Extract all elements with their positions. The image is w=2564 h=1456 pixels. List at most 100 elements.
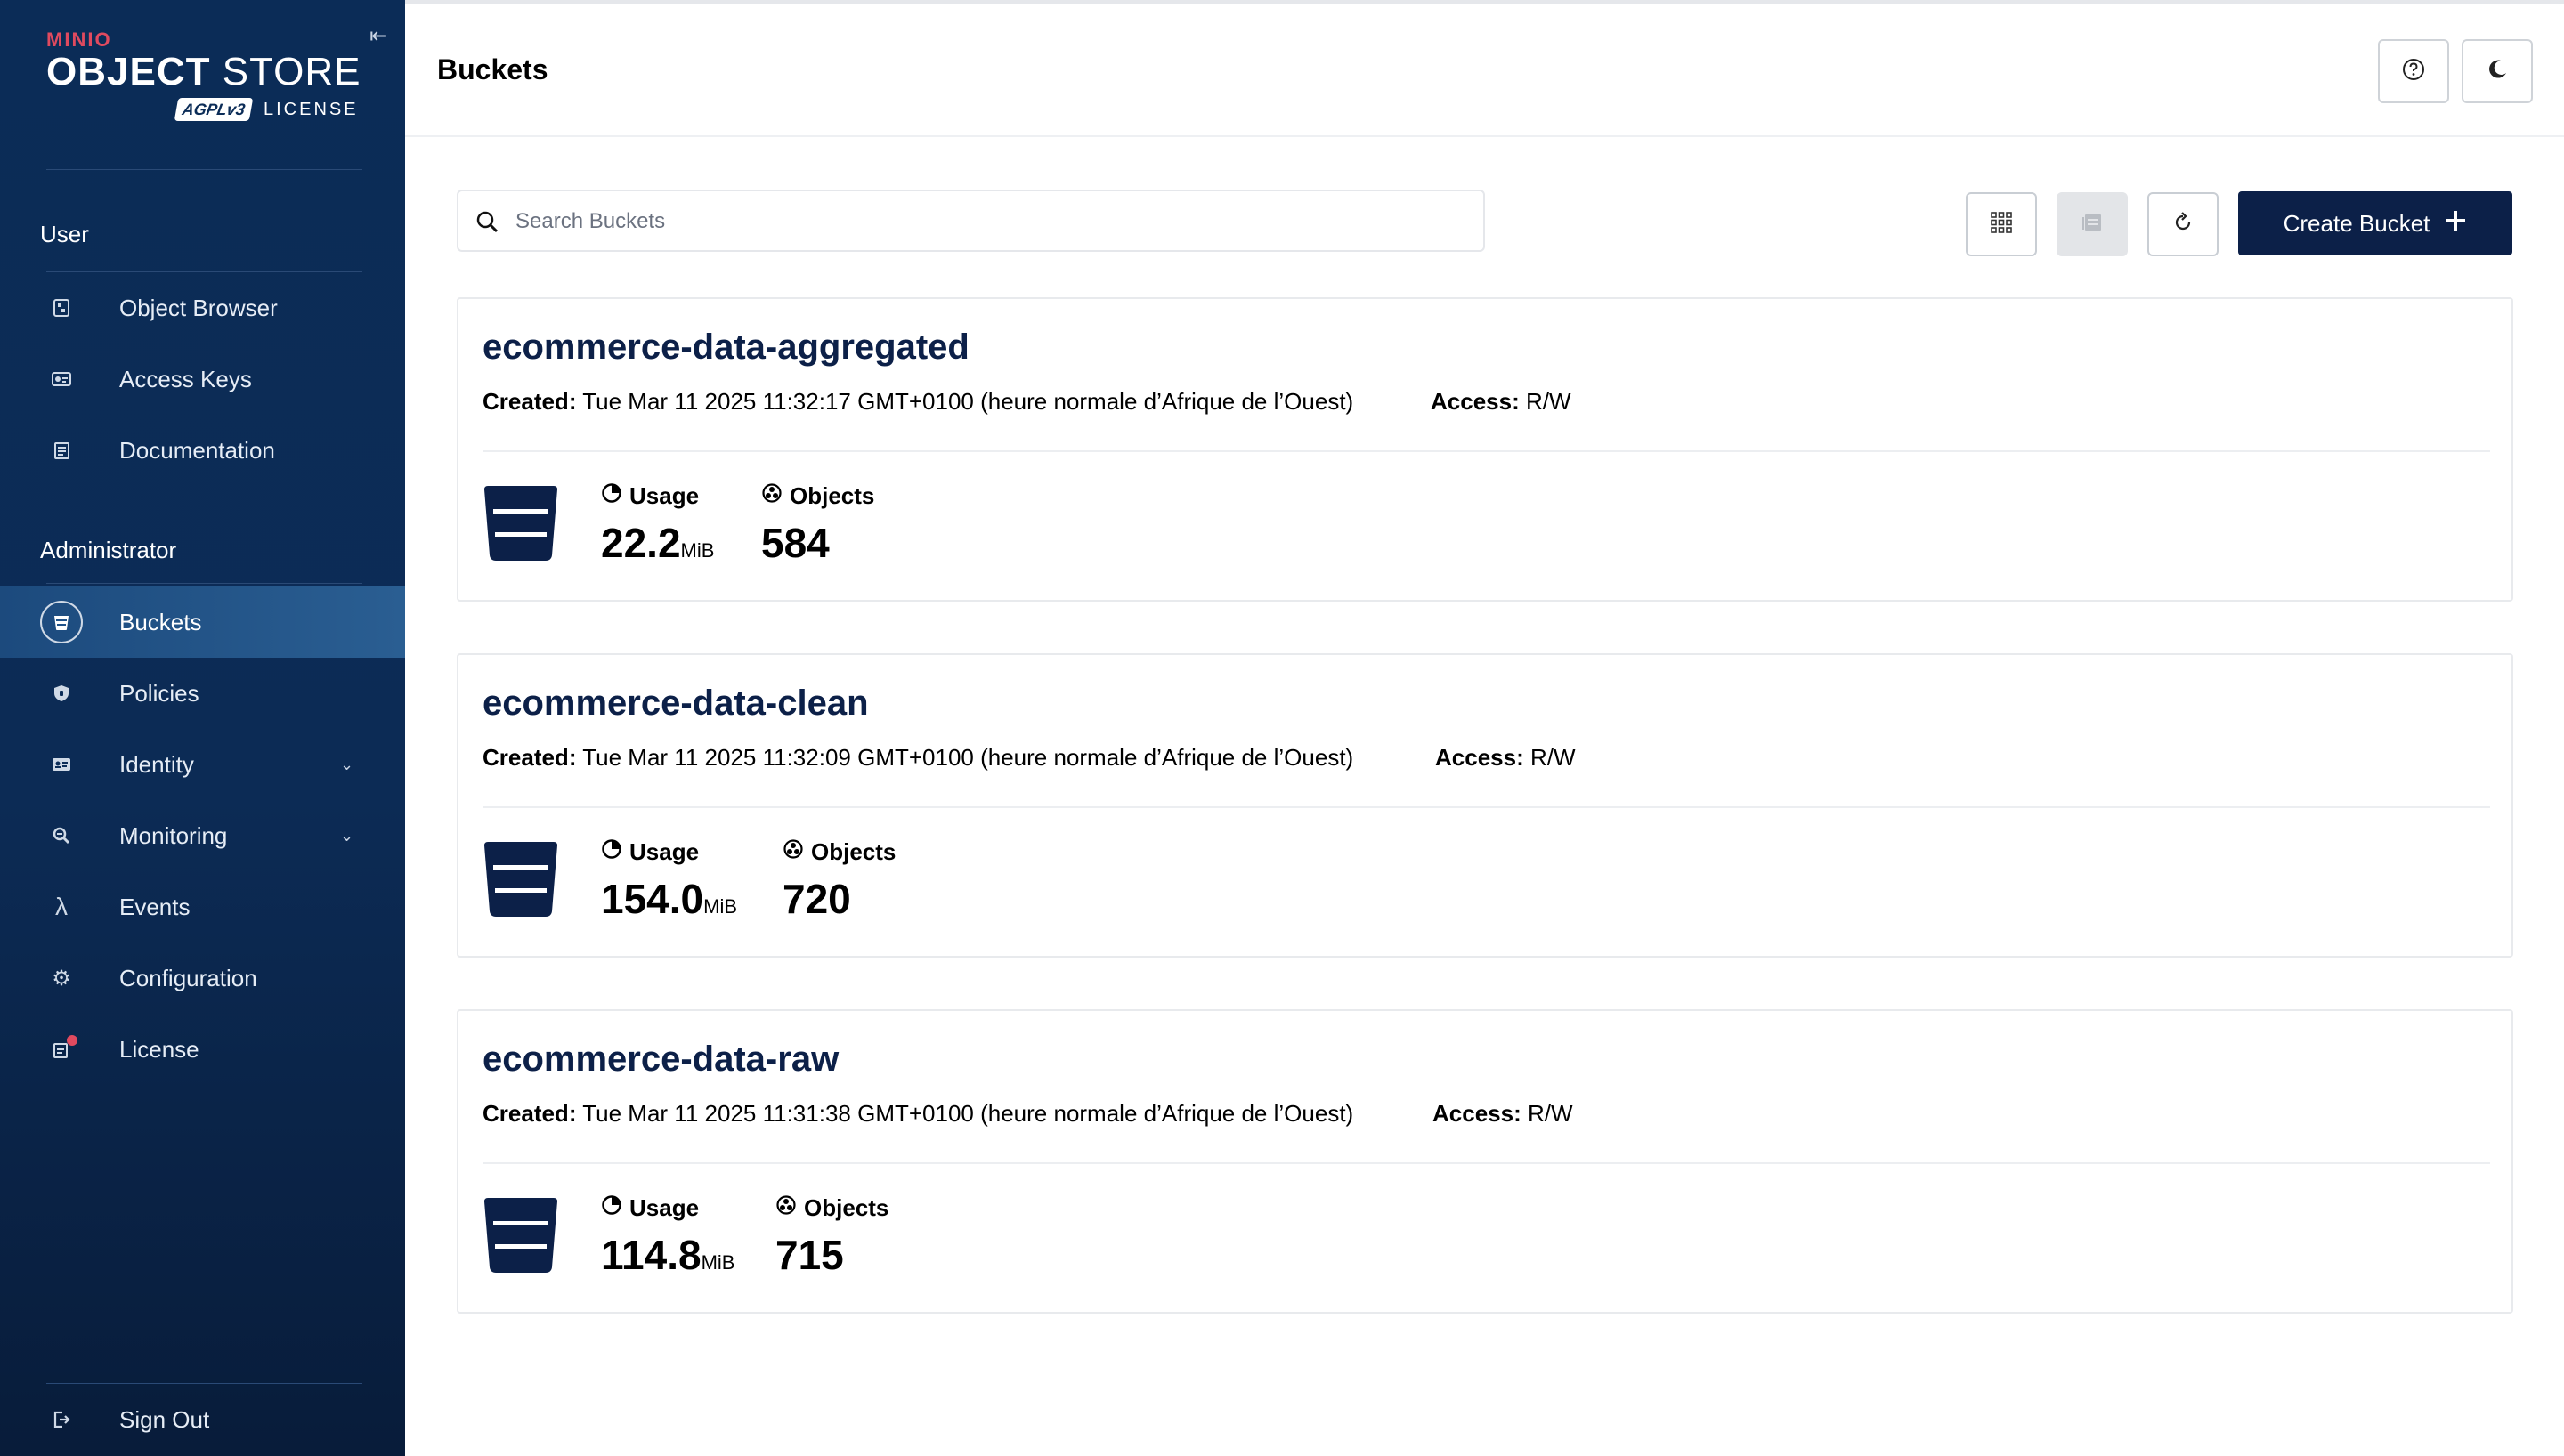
card-divider — [483, 450, 2490, 452]
search-icon — [475, 209, 501, 236]
help-icon — [2401, 57, 2426, 86]
sidebar-item-buckets[interactable]: Buckets — [0, 586, 405, 658]
administrator-section-title: Administrator — [40, 537, 177, 563]
bucket-card[interactable]: ecommerce-data-clean Created: Tue Mar 11… — [457, 653, 2513, 958]
objects-title: Objects — [761, 482, 874, 510]
bucket-card[interactable]: ecommerce-data-aggregated Created: Tue M… — [457, 297, 2513, 602]
card-divider — [483, 806, 2490, 808]
bucket-access: Access: R/W — [1431, 388, 1571, 416]
agpl-badge: AGPLv3 — [174, 98, 254, 121]
sidebar-item-label: License — [119, 1035, 199, 1063]
objects-label: Objects — [804, 1194, 889, 1221]
collapse-left-icon[interactable]: ⇤ — [365, 23, 392, 50]
sidebar-item-license[interactable]: License — [0, 1014, 405, 1085]
usage-value: 154.0 — [601, 876, 704, 922]
lambda-icon: λ — [55, 893, 68, 920]
objects-label: Objects — [811, 838, 897, 865]
usage-title: Usage — [601, 838, 737, 866]
objects-title: Objects — [783, 838, 896, 866]
brand-store: STORE — [222, 50, 361, 93]
sidebar-item-monitoring[interactable]: Monitoring ⌄ — [0, 800, 405, 871]
sidebar-item-label: Monitoring — [119, 821, 228, 849]
brand-license-row: AGPLv3 LICENSE — [174, 98, 359, 121]
sidebar-item-label: Documentation — [119, 436, 275, 464]
sidebar-item-label: Object Browser — [119, 294, 278, 321]
bucket-name[interactable]: ecommerce-data-raw — [483, 1039, 839, 1080]
shield-icon — [40, 672, 83, 715]
bucket-created: Created: Tue Mar 11 2025 11:32:17 GMT+01… — [483, 388, 1353, 416]
chevron-down-icon[interactable]: ⌄ — [340, 827, 353, 845]
sidebar-item-label: Identity — [119, 750, 194, 778]
created-value: Tue Mar 11 2025 11:31:38 GMT+0100 (heure… — [582, 1100, 1354, 1127]
sidebar-item-label: Events — [119, 893, 191, 920]
grid-icon — [1990, 211, 2013, 239]
sidebar: MINIO OBJECT STORE AGPLv3 LICENSE ⇤ User… — [0, 0, 405, 1456]
objects-stat: Objects 715 — [775, 1194, 888, 1279]
bucket-list-icon — [2080, 210, 2105, 239]
create-bucket-label: Create Bucket — [2283, 209, 2430, 237]
license-icon — [40, 1028, 83, 1071]
object-browser-icon — [40, 287, 83, 329]
usage-value-row: 22.2MiB — [601, 519, 714, 567]
divider — [46, 583, 362, 584]
refresh-button[interactable] — [2147, 192, 2219, 256]
brand-object-store: OBJECT STORE — [46, 50, 367, 94]
created-label: Created: — [483, 388, 577, 415]
brand-object: OBJECT — [46, 50, 211, 93]
minio-logo[interactable]: MINIO OBJECT STORE AGPLv3 LICENSE — [46, 30, 367, 128]
sidebar-item-configuration[interactable]: ⚙ Configuration — [0, 942, 405, 1014]
plus-icon — [2444, 209, 2467, 239]
access-keys-icon — [40, 358, 83, 400]
sidebar-item-events[interactable]: λ Events — [0, 871, 405, 942]
help-button[interactable] — [2378, 39, 2449, 103]
usage-label: Usage — [629, 1194, 700, 1221]
user-section-title: User — [40, 221, 89, 247]
created-label: Created: — [483, 1100, 577, 1127]
sidebar-item-label: Access Keys — [119, 365, 252, 392]
sidebar-item-policies[interactable]: Policies — [0, 658, 405, 729]
objects-value: 720 — [783, 876, 851, 922]
bucket-icon — [483, 1196, 559, 1274]
objects-title: Objects — [775, 1194, 888, 1222]
pie-chart-icon — [601, 1194, 622, 1222]
bucket-created: Created: Tue Mar 11 2025 11:32:09 GMT+01… — [483, 744, 1353, 772]
dark-mode-button[interactable] — [2462, 39, 2533, 103]
bucket-card[interactable]: ecommerce-data-raw Created: Tue Mar 11 2… — [457, 1009, 2513, 1314]
sign-out-icon — [40, 1398, 83, 1441]
usage-value: 114.8 — [601, 1232, 702, 1278]
objects-icon — [783, 838, 804, 866]
sidebar-item-access-keys[interactable]: Access Keys — [0, 344, 405, 415]
notification-dot — [67, 1035, 77, 1046]
access-value: R/W — [1525, 388, 1571, 415]
list-view-button[interactable] — [2057, 192, 2128, 256]
bucket-name[interactable]: ecommerce-data-clean — [483, 684, 869, 724]
sign-out-button[interactable]: Sign Out — [0, 1384, 405, 1455]
objects-value: 584 — [761, 520, 830, 566]
usage-stat: Usage 22.2MiB — [601, 482, 714, 567]
documentation-icon — [40, 429, 83, 472]
access-value: R/W — [1529, 744, 1576, 771]
created-value: Tue Mar 11 2025 11:32:09 GMT+0100 (heure… — [582, 744, 1354, 771]
sidebar-item-label: Configuration — [119, 964, 257, 991]
grid-view-button[interactable] — [1966, 192, 2037, 256]
objects-stat: Objects 720 — [783, 838, 896, 923]
access-label: Access: — [1435, 744, 1524, 771]
chevron-down-icon[interactable]: ⌄ — [340, 756, 353, 774]
objects-icon — [775, 1194, 797, 1222]
monitoring-icon — [40, 814, 83, 857]
access-label: Access: — [1431, 388, 1520, 415]
sidebar-item-object-browser[interactable]: Object Browser — [0, 272, 405, 344]
pie-chart-icon — [601, 482, 622, 510]
search-bar[interactable] — [457, 190, 1485, 252]
bucket-icon — [483, 840, 559, 918]
create-bucket-button[interactable]: Create Bucket — [2238, 191, 2512, 255]
usage-unit: MiB — [680, 539, 715, 562]
bucket-created: Created: Tue Mar 11 2025 11:31:38 GMT+01… — [483, 1100, 1353, 1128]
sidebar-item-documentation[interactable]: Documentation — [0, 415, 405, 486]
search-input[interactable] — [514, 191, 1479, 252]
objects-stat: Objects 584 — [761, 482, 874, 567]
sidebar-item-identity[interactable]: Identity ⌄ — [0, 729, 405, 800]
usage-label: Usage — [629, 482, 700, 509]
usage-unit: MiB — [703, 895, 738, 918]
bucket-name[interactable]: ecommerce-data-aggregated — [483, 328, 970, 368]
